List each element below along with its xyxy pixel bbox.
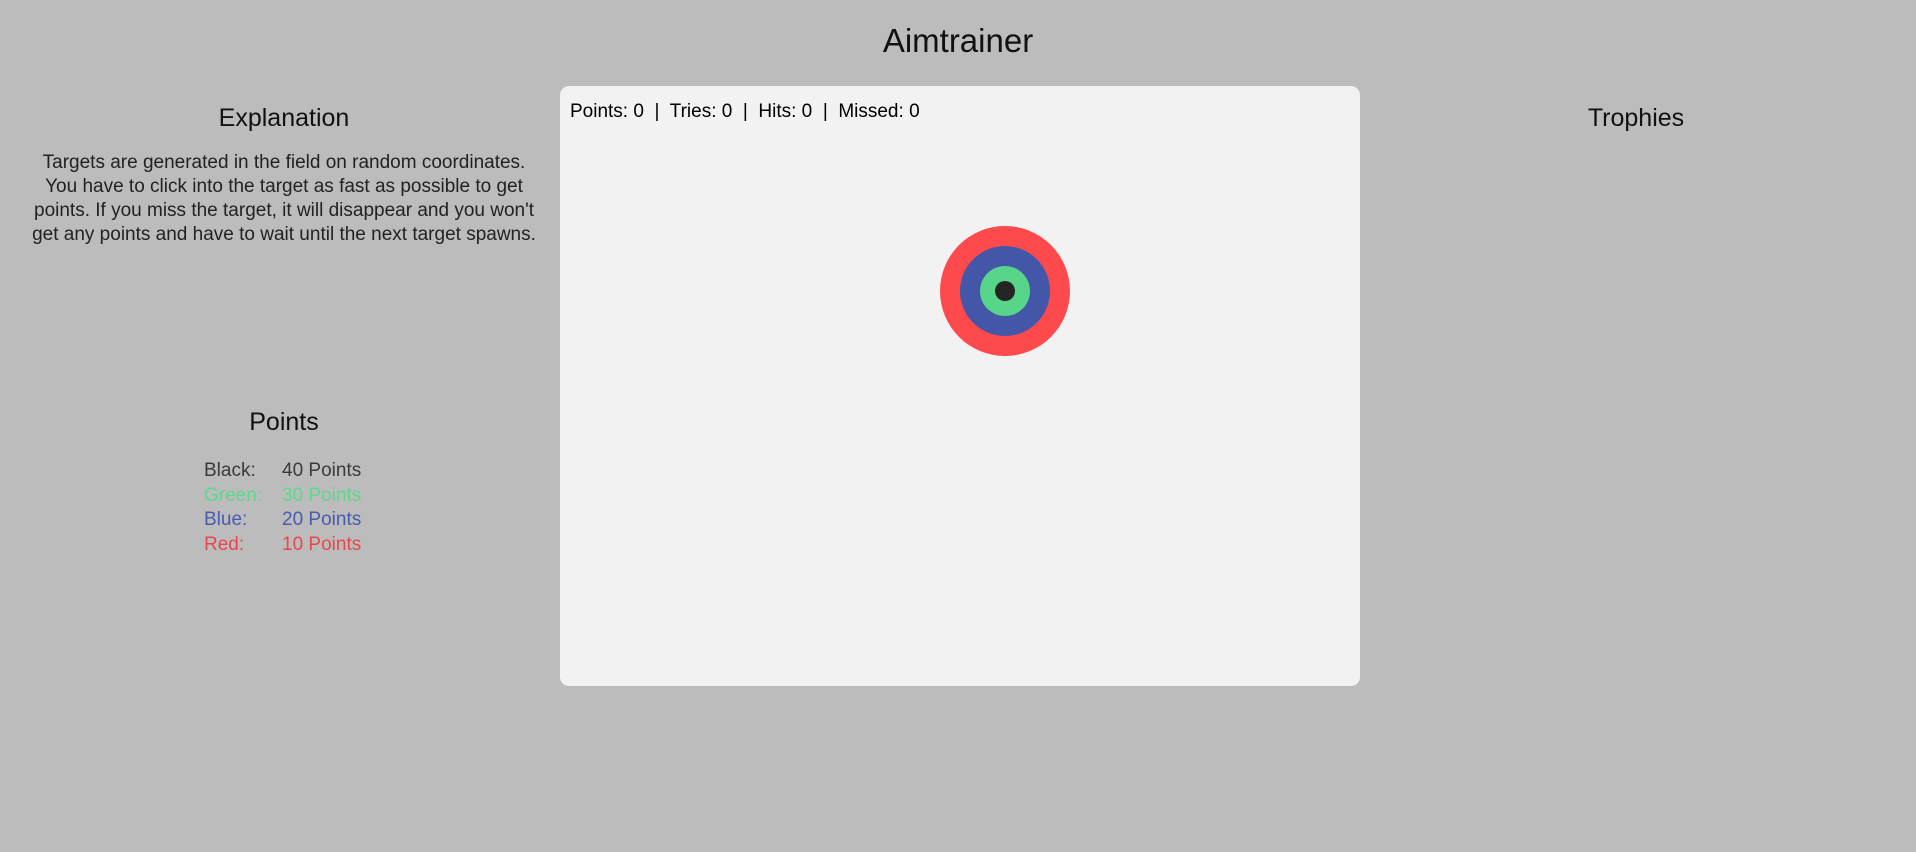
page-title: Aimtrainer [882,22,1034,59]
explanation-text: Targets are generated in the field on ra… [32,152,536,245]
tries-stat-value: 0 [721,101,733,122]
page: Aimtrainer Explanation Targets are gener… [0,0,1916,852]
points-value-red: 10 Points [282,533,362,555]
explanation-title: Explanation [218,104,350,132]
points-row-red: Red: 10 Points [204,533,364,558]
stats-separator: | [742,101,748,122]
points-legend: Black: 40 Points Green: 30 Points Blue: … [204,459,364,557]
points-panel: Points Black: 40 Points Green: 30 Points… [28,408,540,557]
hits-stat-label: Hits: [758,101,797,122]
hits-stat-value: 0 [801,101,813,122]
points-label-red: Red: [204,533,245,555]
points-title: Points [249,408,319,436]
game-field[interactable]: Points: 0 | Tries: 0 | Hits: 0 | Missed:… [560,86,1360,686]
missed-stat-value: 0 [909,101,920,122]
points-stat-value: 0 [633,101,644,122]
points-row-blue: Blue: 20 Points [204,508,364,533]
points-row-black: Black: 40 Points [204,459,364,484]
points-row-green: Green: 30 Points [204,484,364,509]
stats-separator: | [654,101,660,122]
stats-separator: | [822,101,828,122]
tries-stat-label: Tries: [669,101,717,122]
points-stat-label: Points: [570,101,629,122]
missed-stat-label: Missed: [838,101,904,122]
points-label-black: Black: [204,460,256,481]
stats-bar: Points: 0 | Tries: 0 | Hits: 0 | Missed:… [570,101,920,123]
explanation-panel: Explanation Targets are generated in the… [28,104,540,247]
points-value-black: 40 Points [282,460,362,481]
target-ring-black[interactable] [995,281,1015,301]
trophies-panel: Trophies [1380,104,1892,133]
points-label-blue: Blue: [204,509,248,530]
points-value-green: 30 Points [282,484,362,506]
points-label-green: Green: [204,484,263,506]
trophies-title: Trophies [1587,104,1685,132]
points-value-blue: 20 Points [282,509,362,530]
target[interactable] [940,226,1070,356]
